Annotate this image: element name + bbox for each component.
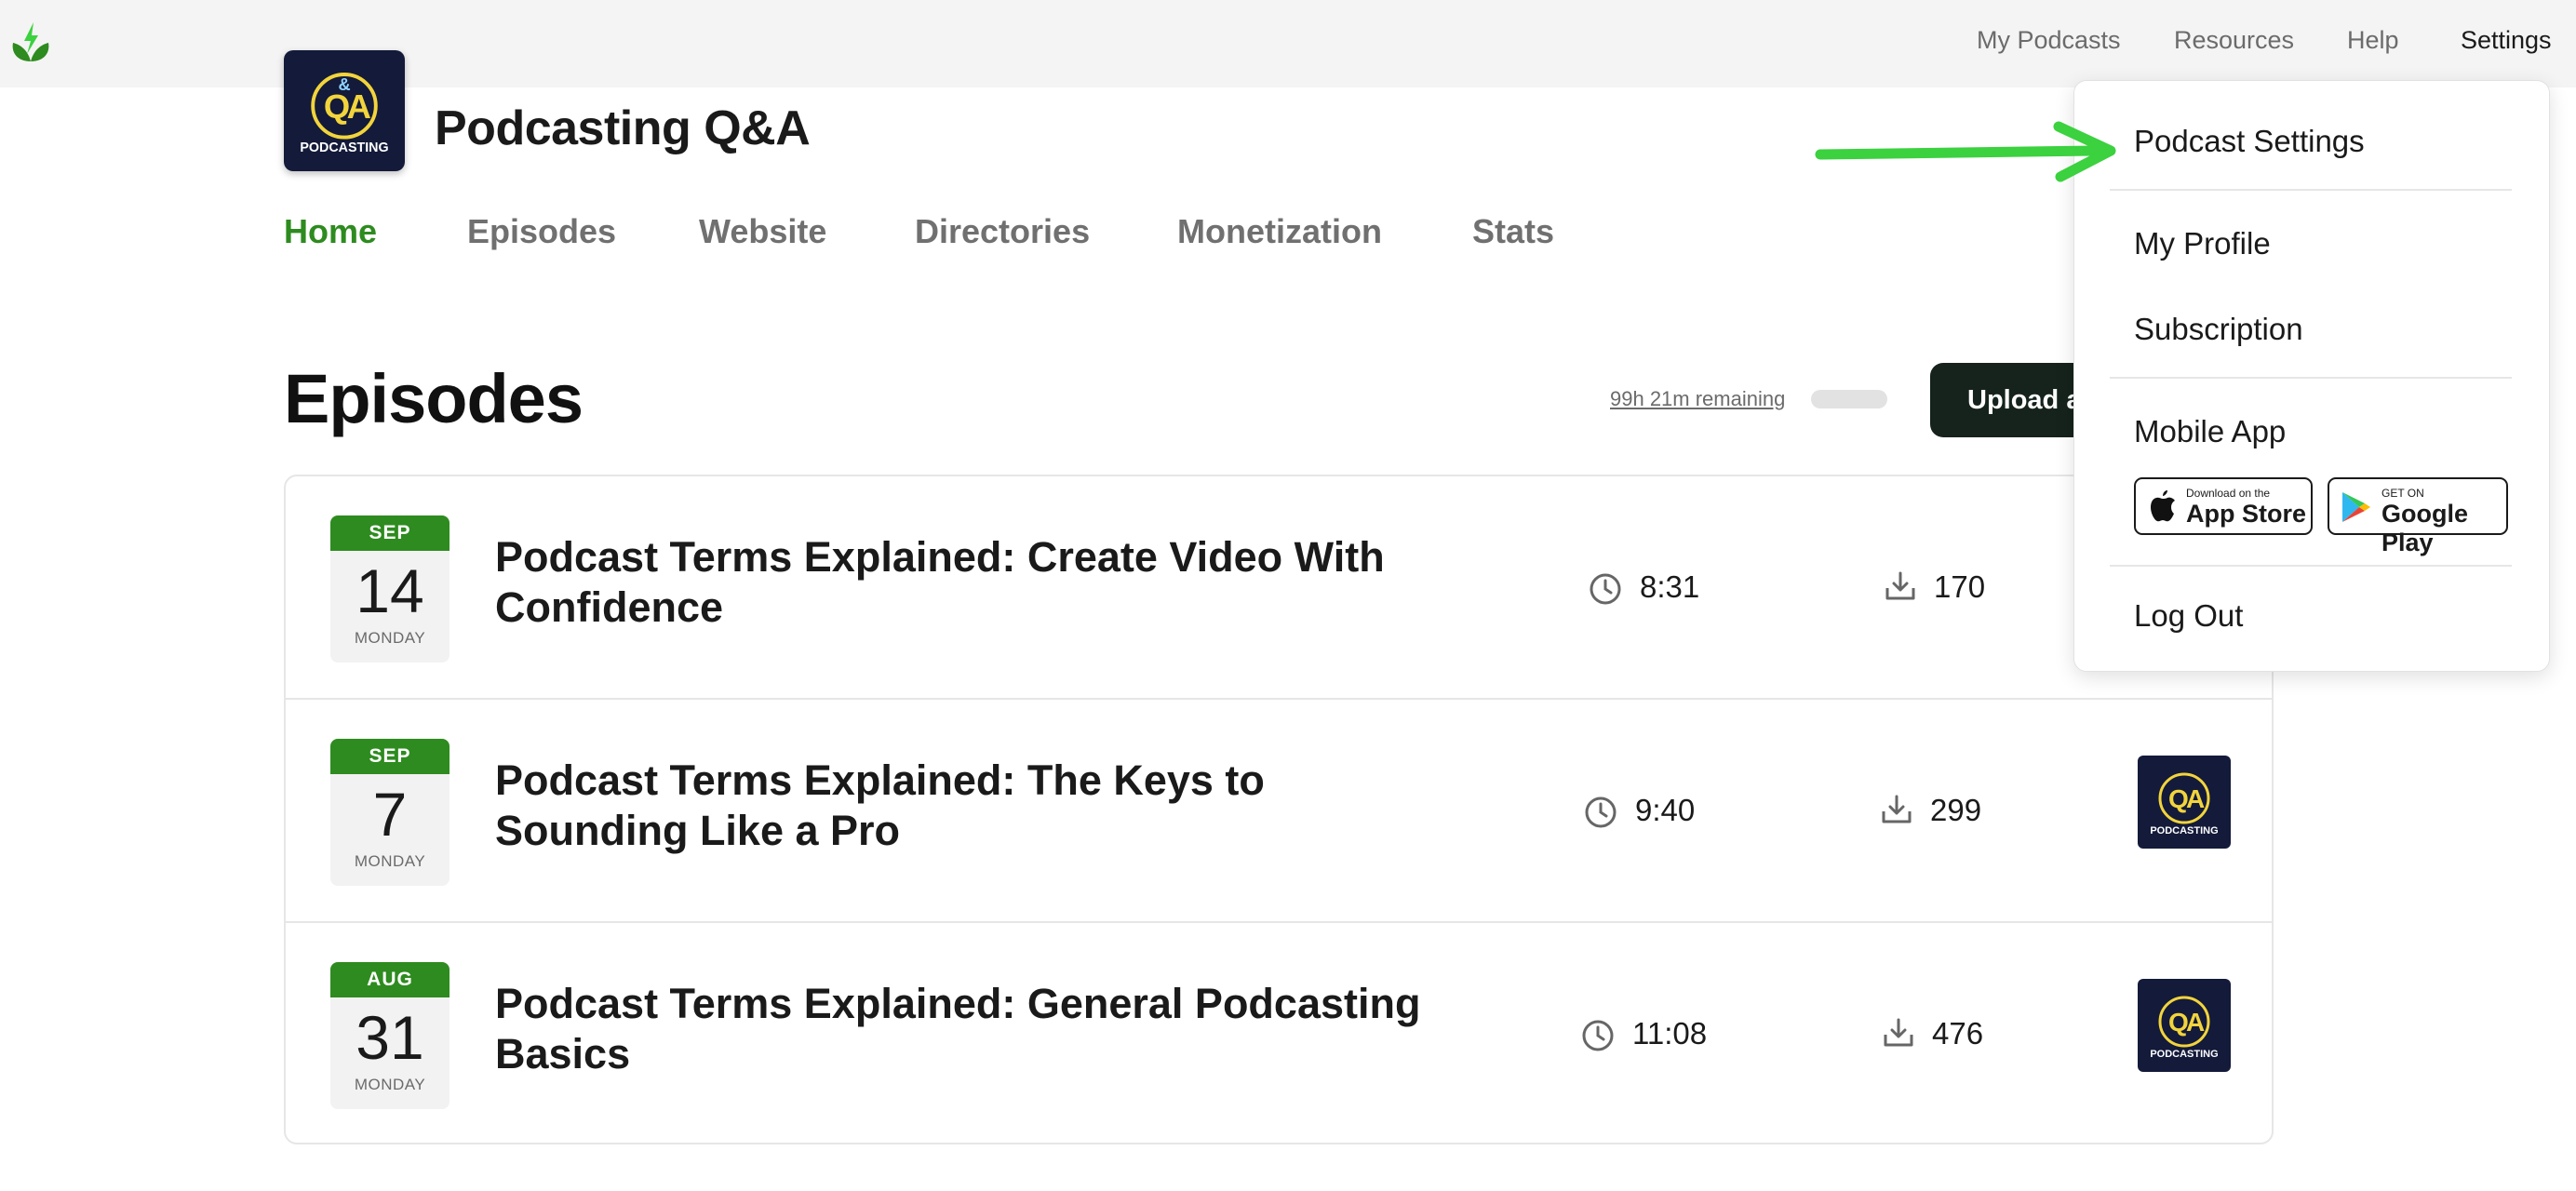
- menu-item-log-out[interactable]: Log Out: [2134, 598, 2243, 634]
- episode-downloads: 476: [1932, 1016, 1984, 1050]
- arrow-pointer-icon: [1815, 121, 2116, 182]
- nav-settings[interactable]: Settings: [2461, 26, 2552, 55]
- podcast-title: Podcasting Q&A: [435, 101, 811, 155]
- app-store-caption: Download on the: [2186, 487, 2271, 500]
- tab-directories[interactable]: Directories: [915, 212, 1090, 251]
- episode-month: SEP: [330, 739, 449, 774]
- storage-remaining-link[interactable]: 99h 21m remaining: [1610, 387, 1785, 411]
- episode-cover-image: Q A PODCASTING: [2138, 756, 2231, 849]
- episode-duration: 9:40: [1635, 793, 1696, 827]
- clock-icon: [1585, 796, 1617, 828]
- episode-downloads: 299: [1930, 793, 1982, 827]
- episode-cover-art[interactable]: Q A PODCASTING: [2138, 979, 2231, 1072]
- episode-date-card: SEP 14 MONDAY: [330, 515, 449, 662]
- episode-day: 14: [356, 556, 424, 625]
- apple-icon: [2151, 490, 2175, 522]
- episode-title[interactable]: Podcast Terms Explained: Create Video Wi…: [495, 532, 1426, 633]
- episode-row[interactable]: SEP 7 MONDAY Podcast Terms Explained: Th…: [286, 700, 2272, 923]
- svg-text:A: A: [2186, 784, 2205, 813]
- cover-label: PODCASTING: [2150, 1049, 2218, 1060]
- episode-day: 7: [372, 780, 408, 849]
- menu-divider: [2110, 377, 2512, 379]
- episode-row[interactable]: SEP 14 MONDAY Podcast Terms Explained: C…: [286, 476, 2272, 700]
- storage-progress-bar: [1811, 390, 1887, 408]
- episodes-heading: Episodes: [284, 360, 584, 437]
- cover-label: PODCASTING: [300, 141, 388, 155]
- episode-month: SEP: [330, 515, 449, 551]
- settings-dropdown-menu: Podcast Settings My Profile Subscription…: [2073, 80, 2550, 672]
- menu-item-podcast-settings[interactable]: Podcast Settings: [2134, 124, 2365, 159]
- download-icon: [1882, 795, 1912, 823]
- episode-cover-art[interactable]: Q A PODCASTING: [2138, 756, 2231, 849]
- episode-date-card: SEP 7 MONDAY: [330, 739, 449, 886]
- episode-weekday: MONDAY: [354, 1076, 426, 1093]
- google-play-label: Google Play: [2381, 500, 2468, 556]
- tab-episodes[interactable]: Episodes: [467, 212, 616, 251]
- episode-title[interactable]: Podcast Terms Explained: General Podcast…: [495, 979, 1426, 1079]
- menu-item-mobile-app: Mobile App: [2134, 414, 2287, 448]
- menu-divider: [2110, 189, 2512, 191]
- clock-icon: [1590, 573, 1621, 605]
- episode-date-card: AUG 31 MONDAY: [330, 962, 449, 1109]
- tab-website[interactable]: Website: [699, 212, 826, 251]
- download-icon: [1885, 571, 1915, 600]
- nav-resources[interactable]: Resources: [2174, 26, 2294, 55]
- episode-title[interactable]: Podcast Terms Explained: The Keys to Sou…: [495, 756, 1426, 856]
- nav-my-podcasts[interactable]: My Podcasts: [1977, 26, 2121, 55]
- podcast-cover-image: Q A & PODCASTING: [284, 50, 405, 171]
- cover-label: PODCASTING: [2150, 825, 2218, 836]
- episode-month: AUG: [330, 962, 449, 997]
- menu-item-subscription[interactable]: Subscription: [2134, 312, 2303, 347]
- episode-weekday: MONDAY: [354, 629, 426, 647]
- episode-day: 31: [356, 1003, 424, 1072]
- svg-text:&: &: [339, 75, 351, 94]
- tab-home[interactable]: Home: [284, 212, 377, 251]
- episode-duration: 8:31: [1640, 569, 1700, 604]
- episode-downloads: 170: [1934, 569, 1986, 604]
- google-play-icon: [2342, 492, 2370, 522]
- menu-divider: [2110, 565, 2512, 567]
- tab-stats[interactable]: Stats: [1472, 212, 1554, 251]
- tab-monetization[interactable]: Monetization: [1177, 212, 1382, 251]
- episode-duration: 11:08: [1632, 1016, 1708, 1050]
- app-store-badge[interactable]: Download on the App Store: [2134, 477, 2313, 535]
- google-play-badge[interactable]: GET ON Google Play: [2328, 477, 2508, 556]
- svg-text:A: A: [2186, 1008, 2205, 1037]
- episode-cover-image: Q A PODCASTING: [2138, 979, 2231, 1072]
- episode-weekday: MONDAY: [354, 852, 426, 870]
- download-icon: [1884, 1018, 1913, 1047]
- episode-row[interactable]: AUG 31 MONDAY Podcast Terms Explained: G…: [286, 923, 2272, 1143]
- podcast-cover-art[interactable]: Q A & PODCASTING: [284, 50, 405, 171]
- clock-icon: [1582, 1020, 1614, 1051]
- buzzsprout-logo-icon[interactable]: [7, 20, 54, 67]
- app-store-label: App Store: [2186, 500, 2307, 528]
- menu-item-my-profile[interactable]: My Profile: [2134, 226, 2271, 261]
- episode-list: SEP 14 MONDAY Podcast Terms Explained: C…: [284, 475, 2274, 1144]
- google-play-caption: GET ON: [2381, 487, 2424, 500]
- nav-help[interactable]: Help: [2347, 26, 2399, 55]
